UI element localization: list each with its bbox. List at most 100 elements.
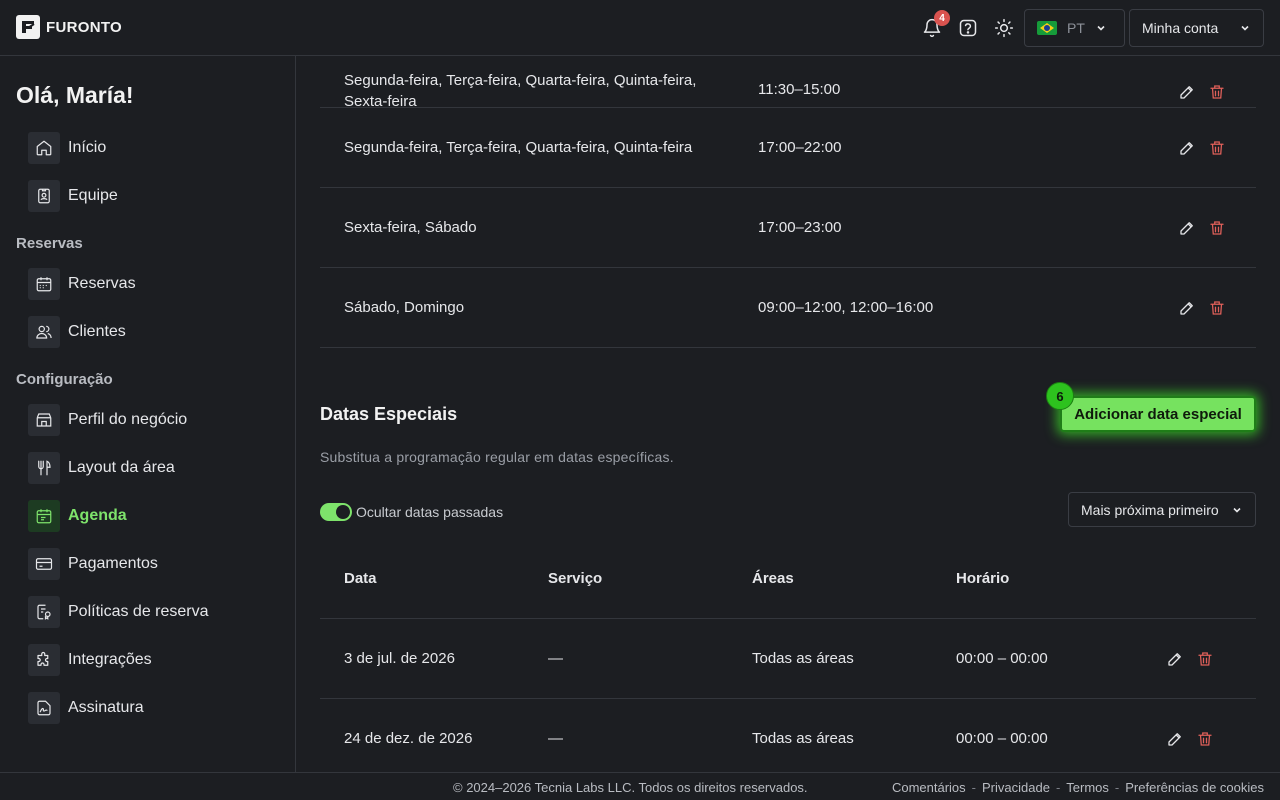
cell-service: — <box>548 730 563 747</box>
sidebar-item-integracoes[interactable]: Integrações <box>28 644 152 676</box>
sidebar-item-inicio[interactable]: Início <box>28 132 106 164</box>
sidebar-item-label: Equipe <box>68 187 118 204</box>
sidebar-item-reservas[interactable]: Reservas <box>28 268 136 300</box>
trash-icon[interactable] <box>1208 139 1226 157</box>
sidebar-item-label: Políticas de reserva <box>68 603 209 620</box>
schedule-time: 17:00–23:00 <box>758 219 842 236</box>
help-icon <box>959 19 977 37</box>
users-icon <box>28 316 60 348</box>
sidebar-item-label: Perfil do negócio <box>68 411 188 428</box>
cell-date: 3 de jul. de 2026 <box>344 650 455 667</box>
sidebar-item-assinatura[interactable]: Assinatura <box>28 692 144 724</box>
cell-time: 00:00 – 00:00 <box>956 730 1048 747</box>
cell-areas: Todas as áreas <box>752 730 854 747</box>
sidebar-item-label: Agenda <box>68 507 127 524</box>
signature-icon <box>28 692 60 724</box>
notifications-button[interactable]: 4 <box>920 10 950 40</box>
footer-link-termos[interactable]: Termos <box>1066 780 1109 795</box>
sidebar-item-equipe[interactable]: Equipe <box>28 180 118 212</box>
footer: © 2024–2026 Tecnia Labs LLC. Todos os di… <box>0 772 1280 800</box>
sidebar-item-clientes[interactable]: Clientes <box>28 316 126 348</box>
brand-logo[interactable]: FURONTO <box>16 15 122 39</box>
step-badge: 6 <box>1046 382 1074 410</box>
sidebar-item-label: Pagamentos <box>68 555 158 572</box>
column-header-horario: Horário <box>956 570 1010 587</box>
logo-mark-icon <box>16 15 40 39</box>
top-bar: FURONTO 4 PT Minha conta <box>0 0 1280 56</box>
schedule-row: Sexta-feira, Sábado 17:00–23:00 <box>320 188 1256 268</box>
notification-count-badge: 4 <box>934 10 950 26</box>
cell-service: — <box>548 650 563 667</box>
cell-areas: Todas as áreas <box>752 650 854 667</box>
special-dates-title: Datas Especiais <box>320 404 458 424</box>
puzzle-icon <box>28 644 60 676</box>
sort-select-value: Mais próxima primeiro <box>1081 501 1219 518</box>
chevron-down-icon <box>1233 507 1241 513</box>
sidebar-item-pagamentos[interactable]: Pagamentos <box>28 548 158 580</box>
edit-icon[interactable] <box>1178 83 1196 101</box>
sidebar-item-agenda[interactable]: Agenda <box>28 500 127 532</box>
main-content: Segunda-feira, Terça-feira, Quarta-feira… <box>296 56 1280 772</box>
footer-link-comentarios[interactable]: Comentários <box>892 780 966 795</box>
trash-icon[interactable] <box>1208 219 1226 237</box>
credit-card-icon <box>28 548 60 580</box>
toggle-label: Ocultar datas passadas <box>356 504 504 520</box>
add-special-date-button[interactable]: Adicionar data especial <box>1060 396 1256 432</box>
edit-icon[interactable] <box>1166 650 1184 668</box>
trash-icon[interactable] <box>1208 299 1226 317</box>
calendar-clock-icon <box>28 500 60 532</box>
trash-icon[interactable] <box>1196 650 1214 668</box>
badge-icon <box>28 180 60 212</box>
sidebar-item-perfil-negocio[interactable]: Perfil do negócio <box>28 404 187 436</box>
language-select[interactable]: PT <box>1024 9 1125 47</box>
trash-icon[interactable] <box>1208 83 1226 101</box>
edit-icon[interactable] <box>1178 139 1196 157</box>
row-actions <box>1178 139 1226 157</box>
sidebar-section-configuracao: Configuração <box>16 371 113 388</box>
calendar-icon <box>28 268 60 300</box>
column-header-servico: Serviço <box>548 570 603 587</box>
account-menu-button[interactable]: Minha conta <box>1129 9 1264 47</box>
schedule-days: Segunda-feira, Terça-feira, Quarta-feira… <box>344 139 693 156</box>
schedule-time: 17:00–22:00 <box>758 139 842 156</box>
sun-icon <box>994 18 1014 38</box>
footer-separator: - <box>1055 780 1061 795</box>
hide-past-dates-toggle[interactable]: Ocultar datas passadas <box>320 503 503 521</box>
sidebar-item-label: Integrações <box>68 651 152 668</box>
sidebar-item-label: Assinatura <box>68 699 144 716</box>
trash-icon[interactable] <box>1196 730 1214 748</box>
sidebar-item-politicas[interactable]: Políticas de reserva <box>28 596 209 628</box>
row-actions <box>1178 83 1226 101</box>
edit-icon[interactable] <box>1166 730 1184 748</box>
schedule-row: Segunda-feira, Terça-feira, Quarta-feira… <box>320 108 1256 188</box>
home-icon <box>28 132 60 164</box>
brand-name: FURONTO <box>46 18 122 36</box>
account-label: Minha conta <box>1142 20 1219 36</box>
toggle-switch[interactable] <box>320 503 352 521</box>
greeting: Olá, María! <box>16 82 134 108</box>
schedule-row: Segunda-feira, Terça-feira, Quarta-feira… <box>320 56 1256 110</box>
sidebar-item-label: Clientes <box>68 323 126 340</box>
store-icon <box>28 404 60 436</box>
sort-select[interactable]: Mais próxima primeiro <box>1068 492 1256 527</box>
sidebar-section-reservas: Reservas <box>16 235 83 252</box>
footer-separator: - <box>1114 780 1120 795</box>
sidebar: Olá, María! Início Equipe Reservas Reser… <box>0 56 296 772</box>
edit-icon[interactable] <box>1178 219 1196 237</box>
edit-icon[interactable] <box>1178 299 1196 317</box>
footer-link-privacidade[interactable]: Privacidade <box>982 780 1050 795</box>
footer-link-cookies[interactable]: Preferências de cookies <box>1125 780 1264 795</box>
footer-links: Comentários - Privacidade - Termos - Pre… <box>892 780 1264 795</box>
sidebar-item-layout-area[interactable]: Layout da área <box>28 452 175 484</box>
help-button[interactable] <box>956 16 980 40</box>
sidebar-item-label: Layout da área <box>68 459 175 476</box>
cell-time: 00:00 – 00:00 <box>956 650 1048 667</box>
theme-toggle-button[interactable] <box>992 16 1016 40</box>
row-actions <box>1178 219 1226 237</box>
chevron-down-icon <box>1097 25 1105 31</box>
row-actions <box>1178 299 1226 317</box>
utensils-icon <box>28 452 60 484</box>
copyright: © 2024–2026 Tecnia Labs LLC. Todos os di… <box>453 780 808 795</box>
schedule-days: Sábado, Domingo <box>344 299 465 316</box>
language-code: PT <box>1067 20 1085 36</box>
